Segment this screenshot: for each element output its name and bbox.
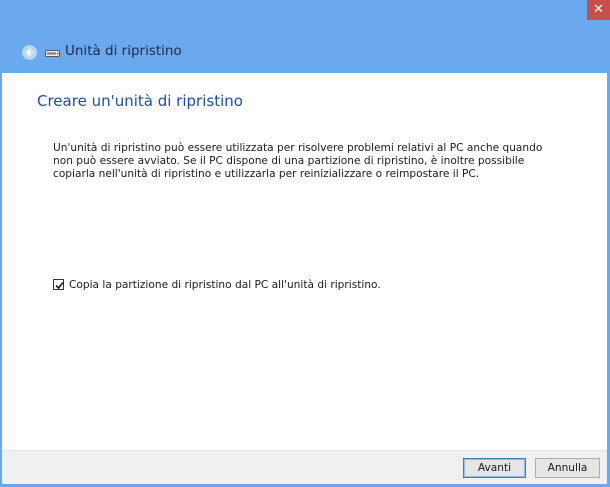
close-icon: ✕ bbox=[593, 2, 604, 17]
wizard-window: ✕ Unità di ripristino Creare un'unità di… bbox=[0, 0, 610, 487]
description-text: Un'unità di ripristino può essere utiliz… bbox=[53, 142, 543, 180]
navigation-bar: Unità di ripristino bbox=[0, 31, 610, 73]
wizard-footer: Avanti Annulla bbox=[2, 450, 607, 484]
next-button[interactable]: Avanti bbox=[463, 458, 526, 478]
back-arrow-icon bbox=[25, 48, 33, 57]
cancel-button[interactable]: Annulla bbox=[535, 458, 600, 478]
usb-drive-icon bbox=[45, 50, 60, 57]
title-bar[interactable]: ✕ bbox=[0, 0, 610, 31]
copy-partition-checkbox[interactable] bbox=[53, 279, 64, 290]
checkmark-icon bbox=[55, 281, 64, 290]
close-button[interactable]: ✕ bbox=[587, 0, 610, 20]
back-button[interactable] bbox=[22, 45, 37, 60]
page-heading: Creare un'unità di ripristino bbox=[37, 92, 243, 110]
copy-partition-label: Copia la partizione di ripristino dal PC… bbox=[69, 279, 381, 291]
wizard-content: Creare un'unità di ripristino Un'unità d… bbox=[2, 73, 607, 450]
wizard-title: Unità di ripristino bbox=[65, 43, 182, 59]
